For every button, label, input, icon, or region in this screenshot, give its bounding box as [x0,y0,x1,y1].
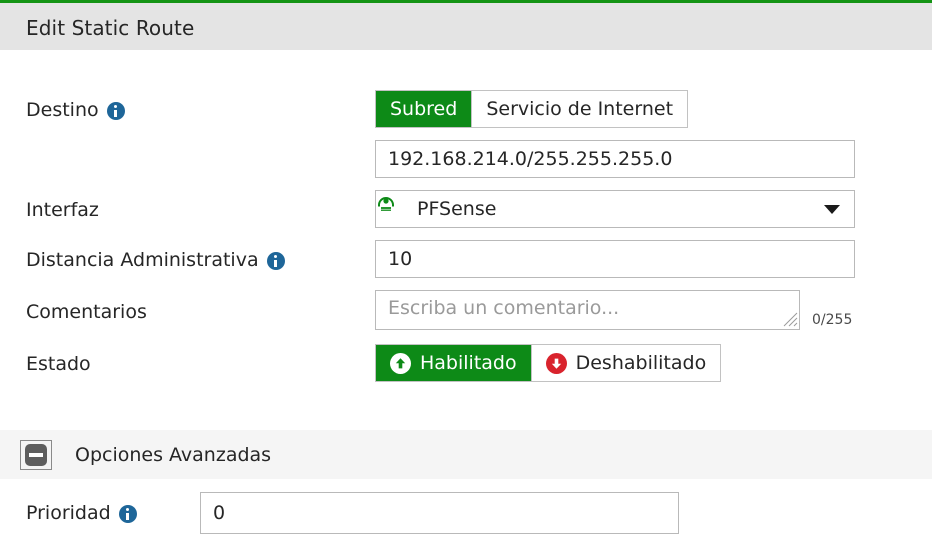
label-distancia-administrativa: Distancia Administrativa [26,248,285,272]
advanced-options-title: Opciones Avanzadas [75,444,272,466]
comentarios-textarea[interactable] [375,290,800,330]
label-destino: Destino [26,98,125,122]
page-title: Edit Static Route [26,16,195,40]
interface-tunnel-icon [378,197,408,219]
collapse-minus-icon[interactable] [20,440,52,470]
distancia-administrativa-input[interactable] [375,240,855,278]
destino-subnet-input[interactable] [375,140,855,178]
interfaz-select[interactable]: PFSense [375,190,855,228]
prioridad-input[interactable] [200,492,679,534]
collapse-minus-glyph [25,444,47,466]
info-circle-icon[interactable] [106,102,125,120]
panel-header: Edit Static Route [0,0,932,50]
estado-option-habilitado[interactable]: Habilitado [376,345,531,381]
info-circle-icon[interactable] [266,252,285,270]
estado-option-habilitado-label: Habilitado [420,352,517,374]
destino-option-subred-label: Subred [390,98,458,120]
label-prioridad: Prioridad [26,501,137,525]
estado-buttongroup[interactable]: Habilitado Deshabilitado [375,344,722,382]
destino-type-buttongroup[interactable]: Subred Servicio de Internet [375,90,689,128]
label-estado-text: Estado [26,353,91,375]
comentarios-char-counter: 0/255 [812,312,853,328]
label-comentarios: Comentarios [26,300,147,324]
label-prioridad-text: Prioridad [26,502,111,524]
destino-option-servicio-internet-label: Servicio de Internet [486,98,674,120]
destino-option-subred[interactable]: Subred [376,91,472,127]
arrow-up-circle-icon [390,352,411,374]
info-circle-icon[interactable] [118,505,137,523]
label-distancia-administrativa-text: Distancia Administrativa [26,249,259,271]
label-interfaz-text: Interfaz [26,199,99,221]
label-interfaz: Interfaz [26,198,99,222]
estado-option-deshabilitado-label: Deshabilitado [575,352,707,374]
interfaz-selected-value: PFSense [417,198,497,220]
estado-option-deshabilitado[interactable]: Deshabilitado [530,345,721,381]
label-comentarios-text: Comentarios [26,301,147,323]
arrow-down-circle-icon [545,352,567,374]
label-destino-text: Destino [26,99,99,121]
label-estado: Estado [26,352,91,376]
chevron-down-icon[interactable] [824,205,840,214]
destino-option-servicio-internet[interactable]: Servicio de Internet [471,91,688,127]
